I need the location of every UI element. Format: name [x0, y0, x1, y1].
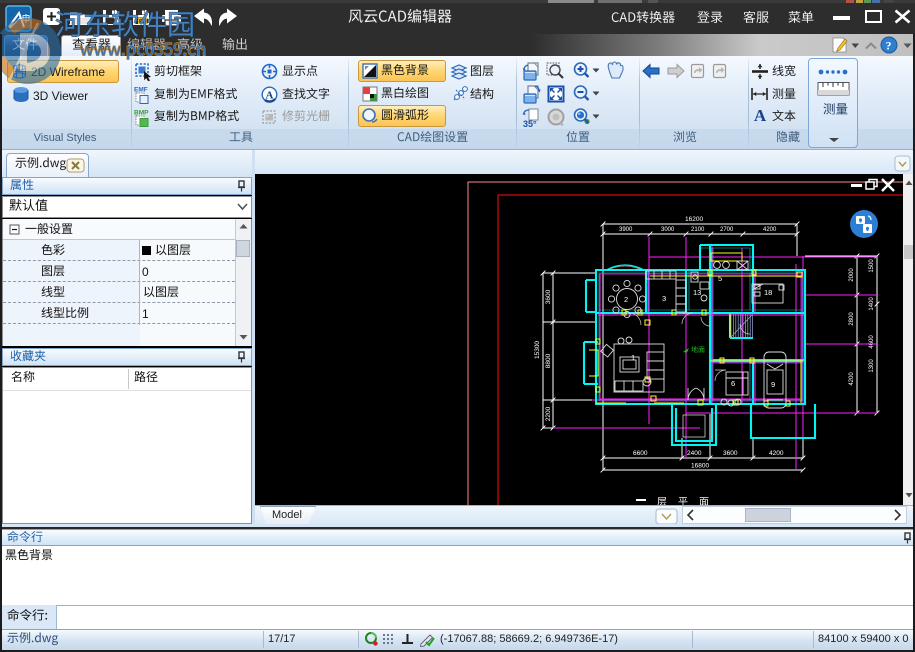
svg-text:9: 9	[771, 380, 775, 389]
svg-text:3000: 3000	[661, 227, 675, 233]
svg-text:2800: 2800	[849, 312, 855, 326]
svg-text:3600: 3600	[723, 450, 738, 457]
svg-text:5: 5	[718, 274, 722, 283]
svg-text:16800: 16800	[691, 463, 709, 470]
svg-text:3900: 3900	[619, 227, 633, 233]
svg-text:8800: 8800	[545, 353, 552, 368]
svg-text:3600: 3600	[545, 289, 552, 304]
svg-text:2200: 2200	[545, 406, 552, 421]
svg-text:1: 1	[631, 353, 635, 362]
svg-text:15300: 15300	[534, 341, 541, 359]
svg-text:2700: 2700	[720, 227, 734, 233]
svg-text:3: 3	[662, 294, 666, 303]
svg-text:4200: 4200	[763, 227, 777, 233]
svg-text:6: 6	[731, 379, 735, 388]
svg-text:EMF: EMF	[134, 87, 148, 94]
svg-text:13: 13	[693, 288, 701, 297]
svg-text:16200: 16200	[685, 216, 703, 223]
svg-text:4200: 4200	[849, 372, 855, 386]
svg-text:2: 2	[624, 295, 628, 304]
svg-text:4600: 4600	[869, 335, 875, 349]
svg-text:18: 18	[764, 288, 772, 297]
svg-text:2000: 2000	[849, 268, 855, 282]
svg-text:1300: 1300	[869, 359, 875, 373]
svg-text:35°: 35°	[523, 119, 537, 129]
svg-text:?: ?	[886, 39, 892, 53]
svg-text:1500: 1500	[869, 259, 875, 273]
svg-text:BMP: BMP	[134, 110, 149, 117]
svg-text:A: A	[266, 90, 274, 102]
svg-text:1400: 1400	[869, 297, 875, 311]
svg-text:2400: 2400	[687, 450, 702, 457]
svg-text:4200: 4200	[769, 450, 784, 457]
svg-text:2100: 2100	[691, 227, 705, 233]
svg-text:6600: 6600	[633, 450, 648, 457]
